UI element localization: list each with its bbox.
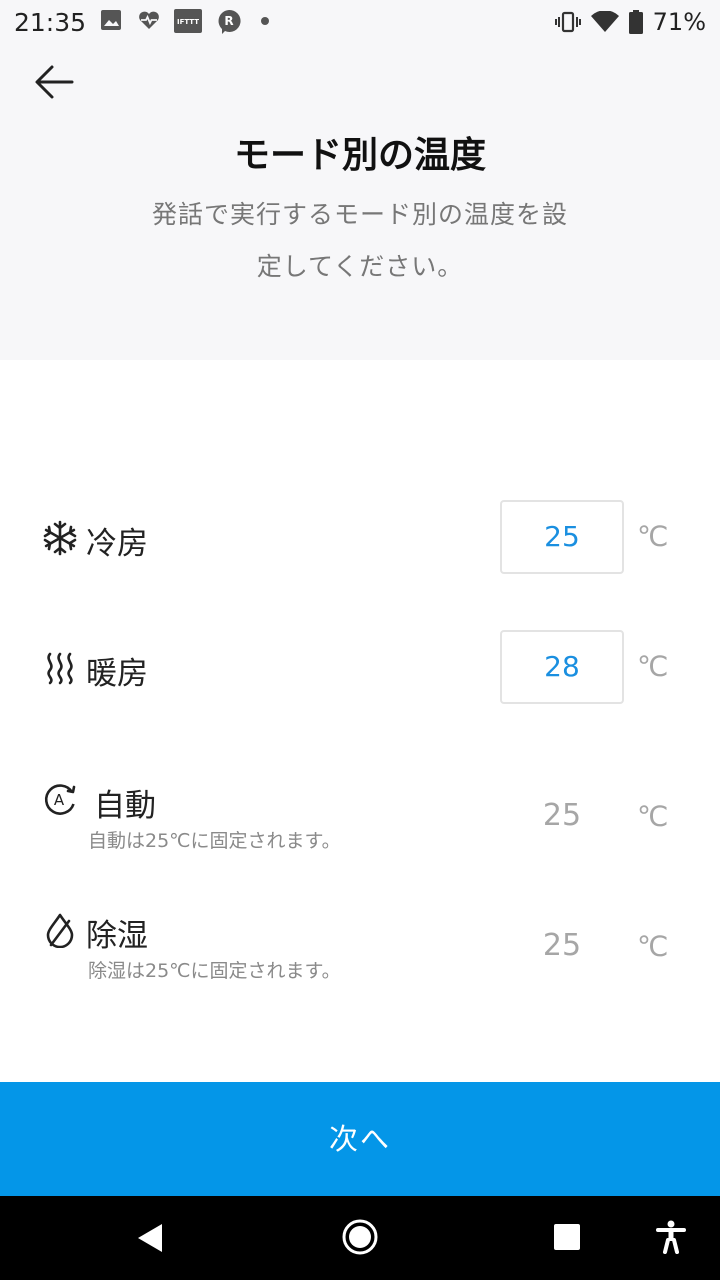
ifttt-label: IFTTT: [177, 18, 199, 26]
mode-note-dehumidify: 除湿は25℃に固定されます。: [88, 960, 341, 982]
heat-waves-icon: [47, 652, 73, 685]
image-icon: [101, 10, 121, 30]
unit-celsius: ℃: [637, 520, 669, 553]
heart-pulse-icon: [139, 11, 159, 29]
dehumidify-temperature-value: 25: [542, 928, 582, 963]
back-button[interactable]: [30, 60, 80, 104]
back-arrow-icon: [35, 65, 74, 99]
dot-icon: [261, 17, 269, 25]
navigation-bar: [0, 1196, 720, 1280]
snowflake-icon: [43, 520, 77, 556]
r-app-icon: R: [218, 9, 241, 34]
svg-text:R: R: [224, 14, 233, 28]
battery-percentage: 71%: [652, 8, 706, 36]
mode-label-auto: 自動: [94, 788, 156, 824]
auto-icon-letter: A: [54, 791, 65, 809]
nav-recents-icon[interactable]: [554, 1224, 580, 1250]
ifttt-icon: IFTTT: [174, 9, 202, 33]
vibrate-icon: [554, 11, 581, 33]
battery-icon: [628, 10, 643, 34]
mode-row-dehumidify: 除湿 除湿は25℃に固定されます。 25 ℃: [0, 908, 720, 988]
mode-label-heating: 暖房: [86, 656, 148, 692]
header: モード別の温度 発話で実行するモード別の温度を設定してください。: [0, 44, 720, 360]
unit-celsius: ℃: [637, 650, 669, 683]
accessibility-icon[interactable]: [656, 1220, 686, 1254]
wifi-icon: [590, 11, 619, 32]
mode-note-auto: 自動は25℃に固定されます。: [88, 830, 341, 852]
nav-home-icon[interactable]: [341, 1218, 379, 1256]
mode-row-heating: 暖房 28 ℃: [0, 628, 720, 708]
mode-row-cooling: 冷房 25 ℃: [0, 498, 720, 578]
mode-label-dehumidify: 除湿: [86, 918, 148, 954]
droplet-icon: [46, 913, 74, 948]
mode-label-cooling: 冷房: [86, 526, 148, 562]
unit-celsius: ℃: [637, 930, 669, 963]
unit-celsius: ℃: [637, 800, 669, 833]
next-button[interactable]: 次へ: [0, 1082, 720, 1196]
page-title: モード別の温度: [233, 135, 486, 176]
status-time: 21:35: [14, 8, 87, 37]
nav-back-icon[interactable]: [136, 1222, 164, 1254]
heating-temperature-input[interactable]: 28: [500, 630, 624, 704]
auto-temperature-value: 25: [542, 798, 582, 833]
auto-mode-icon: A: [44, 784, 76, 815]
mode-row-auto: A 自動 自動は25℃に固定されます。 25 ℃: [0, 778, 720, 858]
cooling-temperature-input[interactable]: 25: [500, 500, 624, 574]
status-bar: 21:35 IFTTT R 71%: [0, 0, 720, 44]
page-description: 発話で実行するモード別の温度を設定してください。: [151, 200, 568, 281]
